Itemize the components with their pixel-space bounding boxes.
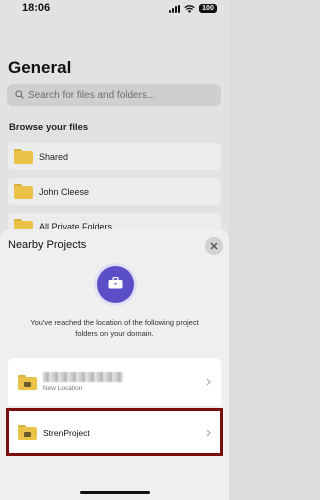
battery-icon: 100 <box>199 4 217 13</box>
search-icon <box>15 86 24 104</box>
nearby-projects-sheet: Nearby Projects You've reached the locat… <box>0 229 229 500</box>
briefcase-folder-icon <box>18 425 37 440</box>
search-input[interactable] <box>28 89 208 101</box>
folder-icon <box>14 149 33 164</box>
search-bar[interactable] <box>7 84 221 106</box>
browse-section-label: Browse your files <box>9 122 89 133</box>
sheet-title: Nearby Projects <box>8 239 87 251</box>
folder-row-shared[interactable]: Shared <box>8 143 221 170</box>
signal-icon <box>169 4 180 13</box>
home-indicator <box>80 491 150 494</box>
briefcase-badge <box>97 266 134 303</box>
location-row-new[interactable]: New Location <box>8 358 221 407</box>
folder-row-john-cleese[interactable]: John Cleese <box>8 178 221 205</box>
status-time: 18:06 <box>22 2 51 14</box>
chevron-right-icon <box>206 373 211 391</box>
folder-icon <box>14 184 33 199</box>
location-name: StrenProject <box>43 427 90 438</box>
page-title: General <box>8 58 72 77</box>
location-row-stren-project[interactable]: StrenProject <box>8 411 221 454</box>
wifi-icon <box>184 4 195 13</box>
close-button[interactable] <box>205 237 223 255</box>
status-bar: 18:06 100 <box>0 0 229 20</box>
briefcase-folder-icon <box>18 374 37 390</box>
close-icon <box>210 237 218 255</box>
location-name-redacted <box>43 372 123 382</box>
folder-label: Shared <box>39 151 69 162</box>
location-message: You've reached the location of the follo… <box>30 318 199 338</box>
location-subtitle: New Location <box>43 385 83 392</box>
folder-label: John Cleese <box>39 186 90 197</box>
briefcase-icon <box>108 276 123 294</box>
status-icons: 100 <box>169 4 217 13</box>
chevron-right-icon <box>206 424 211 442</box>
